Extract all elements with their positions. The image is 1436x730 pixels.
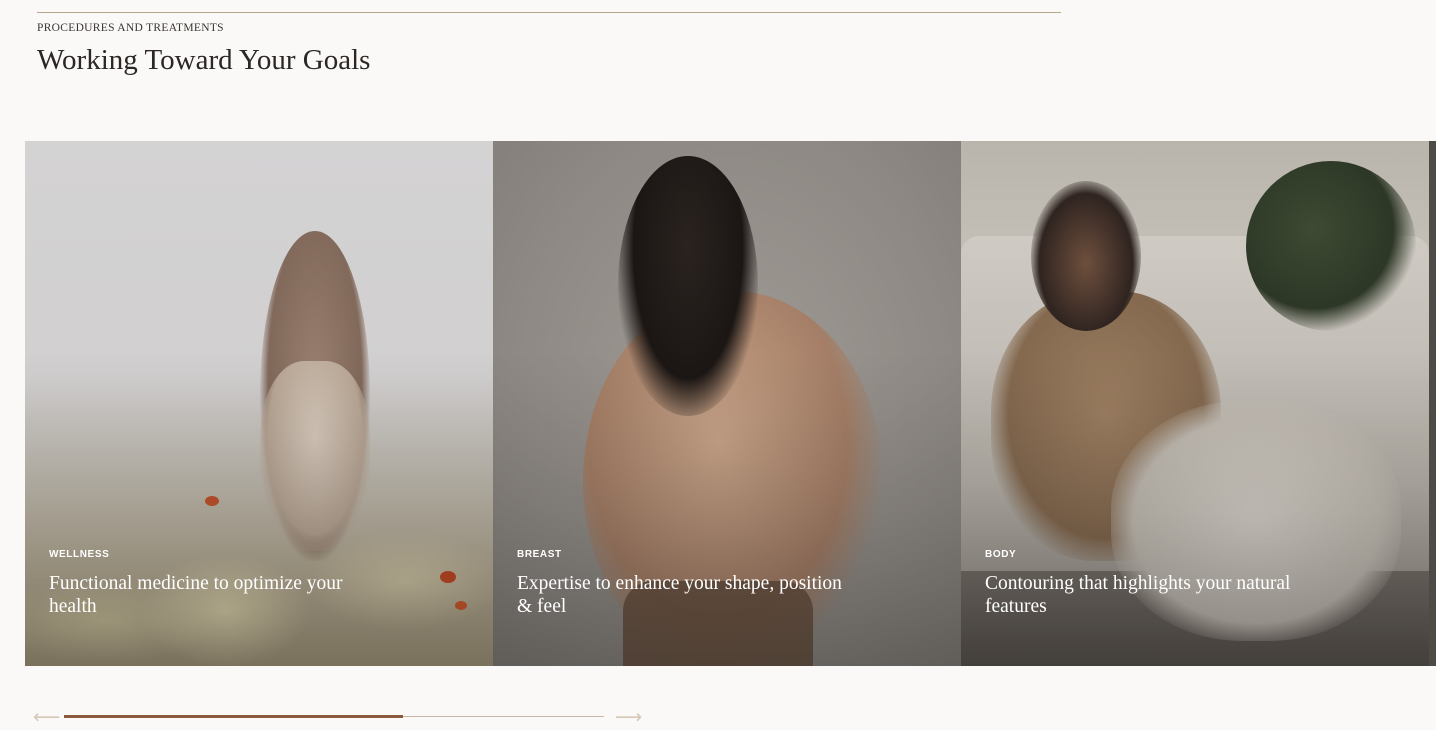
card-wellness[interactable]: WELLNESS Functional medicine to optimize…	[25, 141, 493, 666]
carousel-progress-fill	[64, 715, 404, 718]
card-next-partial[interactable]	[1429, 141, 1436, 666]
next-card-image	[1429, 141, 1436, 666]
section-eyebrow: PROCEDURES AND TREATMENTS	[37, 22, 224, 34]
treatments-carousel: WELLNESS Functional medicine to optimize…	[25, 141, 1436, 666]
carousel-progress-bar[interactable]	[64, 715, 604, 718]
card-body[interactable]: BODY Contouring that highlights your nat…	[961, 141, 1429, 666]
card-description[interactable]: Functional medicine to optimize your hea…	[49, 572, 389, 618]
card-description[interactable]: Contouring that highlights your natural …	[985, 572, 1325, 618]
section-title: Working Toward Your Goals	[37, 44, 371, 76]
card-category: BREAST	[517, 549, 562, 560]
arrow-left-icon[interactable]: ⟵	[33, 707, 60, 727]
card-breast[interactable]: BREAST Expertise to enhance your shape, …	[493, 141, 961, 666]
card-category: WELLNESS	[49, 549, 110, 560]
card-category: BODY	[985, 549, 1017, 560]
card-description[interactable]: Expertise to enhance your shape, positio…	[517, 572, 857, 618]
top-divider	[37, 12, 1061, 13]
arrow-right-icon[interactable]: ⟶	[615, 707, 642, 727]
